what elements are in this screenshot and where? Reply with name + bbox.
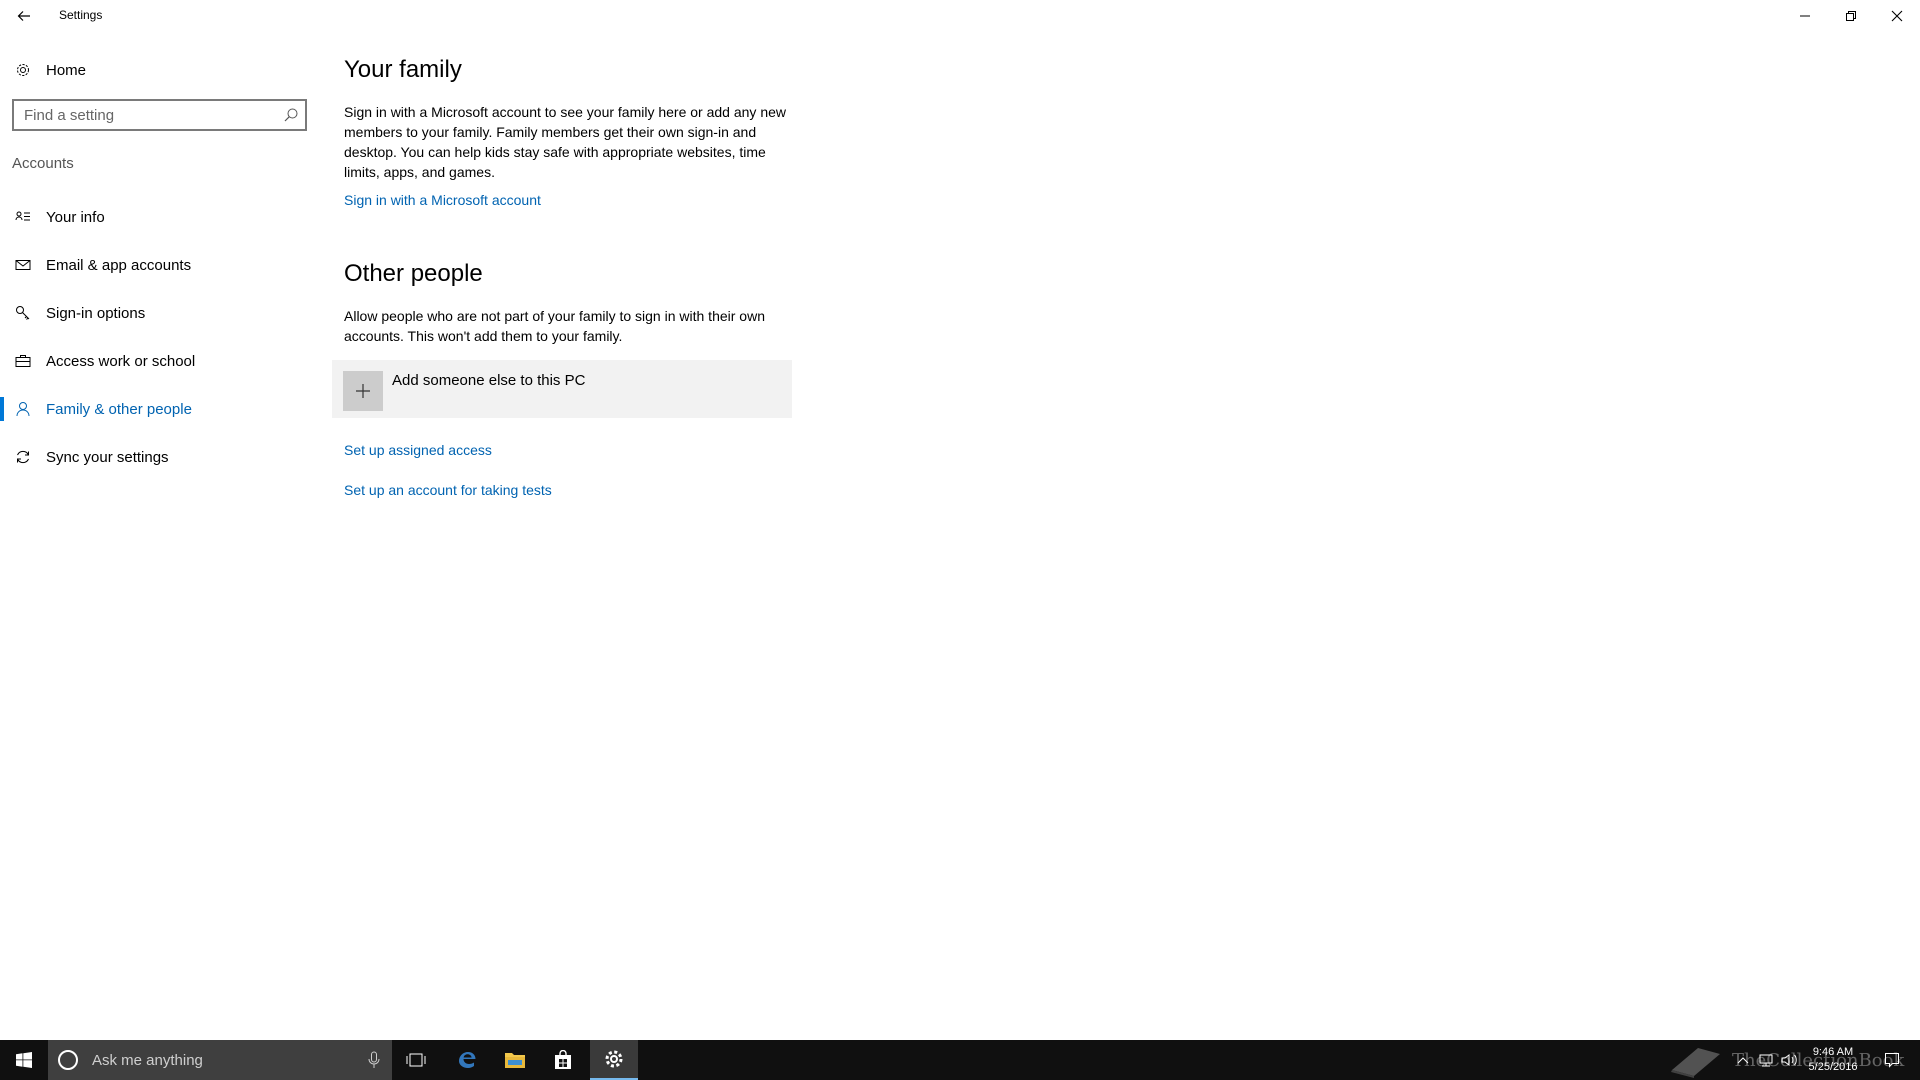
clock[interactable]: 9:46 AM 5/25/2016 xyxy=(1800,1045,1866,1075)
sidebar-item-label: Email & app accounts xyxy=(46,256,192,274)
settings-taskbar-button[interactable] xyxy=(590,1040,638,1080)
book-icon xyxy=(1671,1048,1720,1078)
other-people-heading: Other people xyxy=(344,260,483,287)
minimize-button[interactable] xyxy=(1782,0,1828,32)
other-people-description: Allow people who are not part of your fa… xyxy=(344,308,765,344)
close-icon xyxy=(1891,10,1903,22)
show-hidden-icons-button[interactable] xyxy=(1732,1040,1754,1080)
task-view-button[interactable] xyxy=(392,1040,440,1080)
store-bag-icon xyxy=(555,1050,571,1069)
sidebar-item-label: Access work or school xyxy=(46,352,196,370)
your-family-description: Sign in with a Microsoft account to see … xyxy=(344,104,786,180)
main-content: Your family Sign in with a Microsoft acc… xyxy=(332,52,794,500)
back-arrow-icon xyxy=(17,11,30,21)
chevron-up-icon xyxy=(1737,1057,1749,1064)
windows-logo-icon xyxy=(16,1052,32,1068)
cortana-search-box[interactable]: Ask me anything xyxy=(48,1040,392,1080)
cortana-placeholder: Ask me anything xyxy=(92,1051,203,1069)
app-title: Settings xyxy=(59,8,103,22)
gear-icon xyxy=(0,62,46,78)
title-bar: Settings xyxy=(0,0,1920,32)
edge-browser-button[interactable] xyxy=(443,1040,491,1080)
sidebar-item-label: Sync your settings xyxy=(46,448,169,466)
sidebar-item-your-info[interactable]: Your info xyxy=(0,193,320,241)
restore-button[interactable] xyxy=(1828,0,1874,32)
edge-icon xyxy=(459,1052,476,1068)
add-someone-button[interactable]: Add someone else to this PC xyxy=(332,360,792,418)
sidebar-item-family[interactable]: Family & other people xyxy=(0,385,320,433)
network-icon xyxy=(1759,1054,1773,1067)
store-button[interactable] xyxy=(539,1040,587,1080)
cortana-icon xyxy=(58,1050,78,1070)
search-icon[interactable] xyxy=(283,107,299,128)
sign-in-microsoft-link[interactable]: Sign in with a Microsoft account xyxy=(344,190,794,210)
action-center-button[interactable] xyxy=(1874,1040,1910,1080)
sidebar-nav: Your info Email & app accounts Sign-in o… xyxy=(0,193,320,481)
key-icon xyxy=(0,305,46,321)
taskbar: Ask me anything TheCollectionBook 9:46 A… xyxy=(0,1040,1920,1080)
file-explorer-button[interactable] xyxy=(491,1040,539,1080)
clock-time: 9:46 AM xyxy=(1812,1046,1854,1058)
clock-date: 5/25/2016 xyxy=(1808,1061,1858,1073)
task-view-icon xyxy=(406,1053,426,1067)
search-input[interactable] xyxy=(14,101,269,129)
section-label: Accounts xyxy=(12,155,74,172)
restore-icon xyxy=(1846,11,1856,21)
settings-gear-icon xyxy=(605,1050,623,1068)
taking-tests-link[interactable]: Set up an account for taking tests xyxy=(344,480,794,500)
sidebar-item-email[interactable]: Email & app accounts xyxy=(0,241,320,289)
sidebar-item-sign-in-options[interactable]: Sign-in options xyxy=(0,289,320,337)
close-button[interactable] xyxy=(1874,0,1920,32)
back-button[interactable] xyxy=(0,0,48,32)
your-family-heading: Your family xyxy=(344,56,462,83)
sidebar-item-label: Family & other people xyxy=(46,400,192,418)
volume-button[interactable] xyxy=(1778,1040,1802,1080)
search-box[interactable] xyxy=(12,99,307,131)
microphone-icon[interactable] xyxy=(368,1051,380,1074)
action-center-icon xyxy=(1885,1053,1899,1068)
speaker-icon xyxy=(1781,1054,1797,1066)
sidebar-item-label: Sign-in options xyxy=(46,304,146,322)
home-nav-item[interactable]: Home xyxy=(0,52,320,88)
home-label: Home xyxy=(46,61,87,79)
assigned-access-link[interactable]: Set up assigned access xyxy=(344,440,794,460)
plus-icon xyxy=(343,371,383,411)
sidebar-item-sync[interactable]: Sync your settings xyxy=(0,433,320,481)
network-button[interactable] xyxy=(1754,1040,1778,1080)
minimize-icon xyxy=(1800,15,1810,17)
start-button[interactable] xyxy=(0,1040,48,1080)
person-card-icon xyxy=(0,209,46,225)
sync-icon xyxy=(0,449,46,465)
sidebar-item-work-school[interactable]: Access work or school xyxy=(0,337,320,385)
folder-icon xyxy=(505,1053,525,1068)
add-someone-label: Add someone else to this PC xyxy=(392,372,586,389)
mail-icon xyxy=(0,257,46,273)
briefcase-icon xyxy=(0,353,46,369)
sidebar-item-label: Your info xyxy=(46,208,105,226)
person-icon xyxy=(0,401,46,417)
